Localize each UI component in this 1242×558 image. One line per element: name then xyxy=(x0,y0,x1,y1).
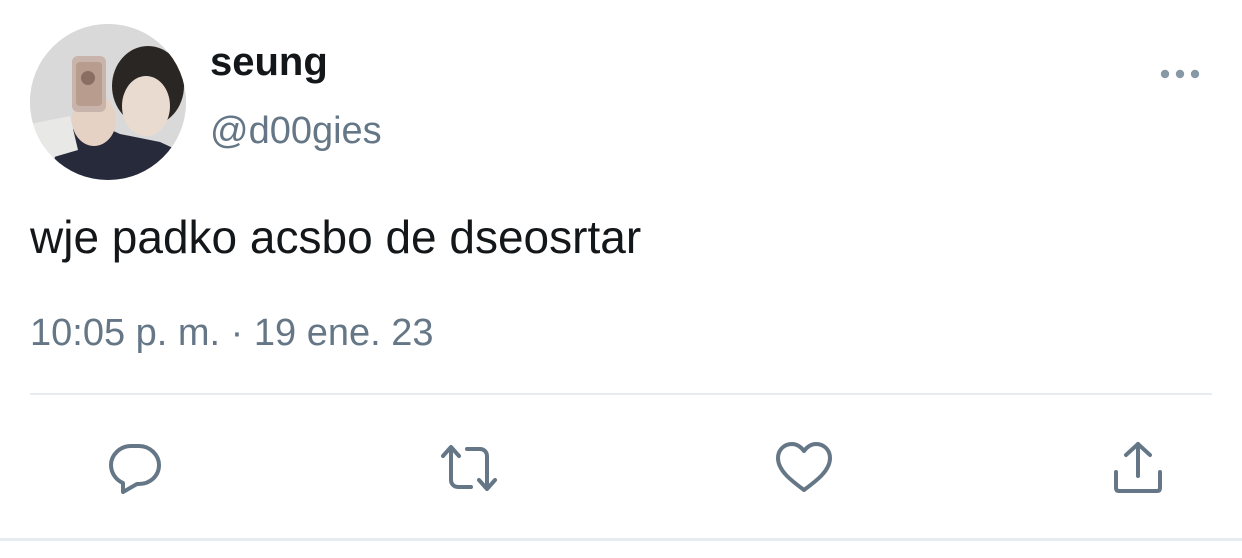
heart-icon xyxy=(776,442,832,492)
tweet-text: wje padko acsbo de dseosrtar xyxy=(30,211,642,263)
retweet-arrows-icon xyxy=(441,445,497,491)
timestamp[interactable]: 10:05 p. m. · 19 ene. 23 xyxy=(30,310,434,356)
more-horizontal-icon xyxy=(1160,69,1200,79)
like-button[interactable] xyxy=(772,436,836,500)
share-button[interactable] xyxy=(1106,436,1170,500)
tweet-card: seung @d00gies wje padko acsbo de dseosr… xyxy=(0,0,1242,558)
avatar[interactable] xyxy=(30,24,186,180)
user-handle[interactable]: @d00gies xyxy=(210,108,382,154)
reply-bubble-icon xyxy=(109,444,161,494)
display-name[interactable]: seung xyxy=(210,38,328,86)
bottom-divider xyxy=(0,538,1242,541)
reply-button[interactable] xyxy=(103,436,167,500)
divider xyxy=(30,393,1212,395)
action-bar xyxy=(0,436,1242,496)
more-options-button[interactable] xyxy=(1156,58,1204,90)
retweet-button[interactable] xyxy=(437,436,501,500)
share-upload-icon xyxy=(1114,442,1162,493)
avatar-image xyxy=(30,24,186,180)
